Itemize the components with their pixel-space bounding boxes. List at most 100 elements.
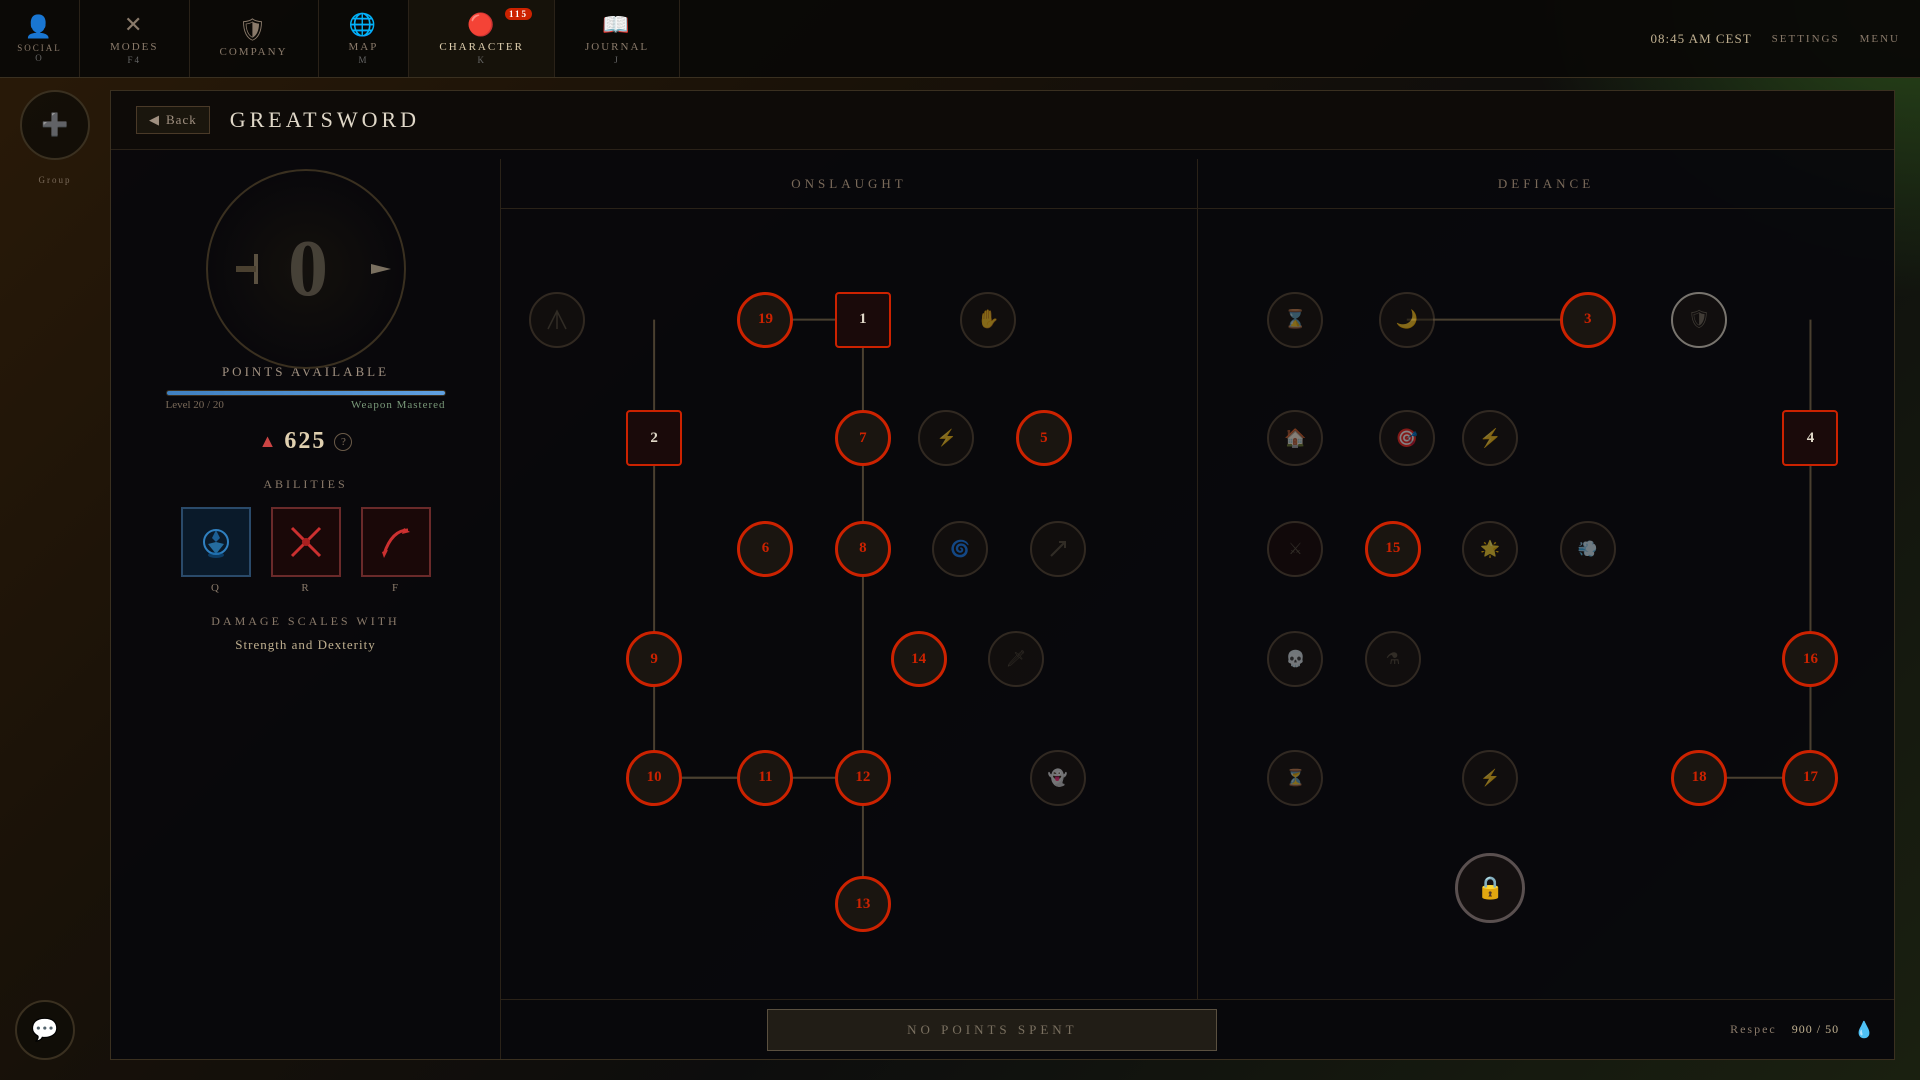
skill-node-1[interactable]: 1 bbox=[835, 292, 891, 348]
defiance-node-lightning[interactable]: ⚡ bbox=[1462, 750, 1518, 806]
nav-social[interactable]: 👤 SOCIAL O bbox=[0, 0, 80, 77]
no-points-label: NO POINTS SPENT bbox=[907, 1022, 1078, 1038]
node-8-num: 8 bbox=[859, 540, 867, 557]
level-label: Level 20 / 20 bbox=[166, 399, 224, 411]
skill-node-17[interactable]: 17 bbox=[1782, 750, 1838, 806]
map-key: M bbox=[358, 55, 368, 65]
ability-f-svg bbox=[374, 520, 418, 564]
defiance-lock-node[interactable]: 🔒 bbox=[1455, 853, 1525, 923]
skill-node-19[interactable]: 19 bbox=[737, 292, 793, 348]
no-points-button[interactable]: NO POINTS SPENT bbox=[767, 1009, 1217, 1051]
skill-node-16[interactable]: 16 bbox=[1782, 631, 1838, 687]
skill-node-10[interactable]: 10 bbox=[626, 750, 682, 806]
skill-node-12[interactable]: 12 bbox=[835, 750, 891, 806]
skill-node-13[interactable]: 13 bbox=[835, 876, 891, 932]
node-4-num: 4 bbox=[1807, 430, 1815, 447]
time-display: 08:45 AM CEST bbox=[1651, 31, 1752, 47]
ability-f-icon[interactable] bbox=[361, 507, 431, 577]
skill-node-feather[interactable]: ⚡ bbox=[918, 410, 974, 466]
r3d-icon: 💨 bbox=[1578, 539, 1598, 559]
defiance-node-hourglass[interactable]: ⏳ bbox=[1267, 750, 1323, 806]
settings-label[interactable]: SETTINGS bbox=[1772, 33, 1840, 45]
defiance-node-r3d[interactable]: 💨 bbox=[1560, 521, 1616, 577]
skill-node-14[interactable]: 14 bbox=[891, 631, 947, 687]
nav-journal[interactable]: 📖 JOURNAL J bbox=[555, 0, 680, 77]
skill-node-axe[interactable] bbox=[1030, 521, 1086, 577]
progress-bar-fill bbox=[167, 391, 445, 395]
defiance-node-skull[interactable]: 💀 bbox=[1267, 631, 1323, 687]
modes-icon: ✕ bbox=[124, 12, 144, 38]
character-icon: 🔴 bbox=[467, 12, 496, 38]
node-17-num: 17 bbox=[1803, 769, 1818, 786]
attribute-value: 625 bbox=[284, 428, 326, 455]
weapon-mastered-label: Weapon Mastered bbox=[351, 399, 445, 411]
respec-cost: 900 / 50 bbox=[1792, 1022, 1839, 1037]
skill-tree-area: ONSLAUGHT DEFIANCE bbox=[501, 159, 1894, 999]
character-notification: 115 bbox=[505, 8, 532, 20]
node-15-num: 15 bbox=[1385, 540, 1400, 557]
skill-node-icon1[interactable]: ✋ bbox=[960, 292, 1016, 348]
back-chevron-icon: ◀ bbox=[149, 112, 160, 128]
skill-node-ghost[interactable]: 👻 bbox=[1030, 750, 1086, 806]
skill-node-icon2[interactable]: 🌀 bbox=[932, 521, 988, 577]
defiance-node-r4b[interactable]: ⚗ bbox=[1365, 631, 1421, 687]
onslaught-label: ONSLAUGHT bbox=[791, 176, 906, 192]
skill-node-4[interactable]: 4 bbox=[1782, 410, 1838, 466]
nav-map[interactable]: 🌐 MAP M bbox=[319, 0, 410, 77]
skill-node-18[interactable]: 18 bbox=[1671, 750, 1727, 806]
defiance-node-shield[interactable]: 🛡 bbox=[1671, 292, 1727, 348]
icon1-glyph: ✋ bbox=[977, 309, 999, 330]
social-icon: 👤 bbox=[25, 14, 54, 40]
progress-bar-bg bbox=[166, 390, 446, 396]
ability-q-icon[interactable] bbox=[181, 507, 251, 577]
defiance-node-r2a[interactable]: 🏠 bbox=[1267, 410, 1323, 466]
skill-node-5[interactable]: 5 bbox=[1016, 410, 1072, 466]
skill-node-icon3[interactable]: 🗡 bbox=[988, 631, 1044, 687]
nav-right: 08:45 AM CEST SETTINGS MENU bbox=[1651, 31, 1920, 47]
skill-node-sword1[interactable] bbox=[529, 292, 585, 348]
node-12-num: 12 bbox=[855, 769, 870, 786]
r3c-icon: 🌟 bbox=[1480, 539, 1500, 559]
menu-label[interactable]: MENU bbox=[1860, 33, 1900, 45]
nav-company[interactable]: 🛡 COMPANY bbox=[190, 0, 319, 77]
damage-scales-label: DAMAGE SCALES WITH bbox=[211, 614, 399, 629]
company-icon: 🛡 bbox=[239, 17, 269, 43]
nav-settings-group: SETTINGS MENU bbox=[1772, 33, 1900, 45]
defiance-node-r2c[interactable]: ⚡ bbox=[1462, 410, 1518, 466]
attribute-help-button[interactable]: ? bbox=[334, 433, 352, 451]
time-icon: ⌛ bbox=[1284, 309, 1306, 330]
node-13-num: 13 bbox=[855, 896, 870, 913]
defiance-node-time[interactable]: ⌛ bbox=[1267, 292, 1323, 348]
moon-icon: 🌙 bbox=[1396, 309, 1418, 330]
ability-f-key: F bbox=[392, 582, 399, 594]
skill-node-9[interactable]: 9 bbox=[626, 631, 682, 687]
node-5-num: 5 bbox=[1040, 430, 1048, 447]
defiance-node-r3c[interactable]: 🌟 bbox=[1462, 521, 1518, 577]
defiance-node-combat[interactable]: ⚔ bbox=[1267, 521, 1323, 577]
skill-node-3[interactable]: 3 bbox=[1560, 292, 1616, 348]
ability-r-slot: R bbox=[271, 507, 341, 594]
defiance-node-moon[interactable]: 🌙 bbox=[1379, 292, 1435, 348]
skill-node-15[interactable]: 15 bbox=[1365, 521, 1421, 577]
r2b-icon: 🎯 bbox=[1396, 428, 1418, 449]
nav-character[interactable]: 🔴 115 CHARACTER K bbox=[409, 0, 555, 77]
skill-node-2[interactable]: 2 bbox=[626, 410, 682, 466]
defiance-label: DEFIANCE bbox=[1498, 176, 1594, 192]
group-button[interactable]: ➕ bbox=[20, 90, 90, 160]
ghost-icon: 👻 bbox=[1048, 768, 1068, 788]
icon3-glyph: 🗡 bbox=[1006, 649, 1026, 669]
defiance-node-r2b[interactable]: 🎯 bbox=[1379, 410, 1435, 466]
skill-node-7[interactable]: 7 bbox=[835, 410, 891, 466]
nav-modes[interactable]: ✕ MODES F4 bbox=[80, 0, 190, 77]
skill-node-8[interactable]: 8 bbox=[835, 521, 891, 577]
skill-node-11[interactable]: 11 bbox=[737, 750, 793, 806]
back-button[interactable]: ◀ Back bbox=[136, 106, 210, 134]
progress-bar: Level 20 / 20 Weapon Mastered bbox=[166, 390, 446, 411]
onslaught-tree: 19 1 ✋ 2 7 bbox=[501, 209, 1198, 999]
ability-r-icon[interactable] bbox=[271, 507, 341, 577]
modes-key: F4 bbox=[128, 55, 142, 65]
chat-button[interactable]: 💬 bbox=[15, 1000, 75, 1060]
attribute-row: ▲ 625 ? bbox=[259, 428, 353, 455]
abilities-section-label: ABILITIES bbox=[263, 477, 347, 492]
skill-node-6[interactable]: 6 bbox=[737, 521, 793, 577]
